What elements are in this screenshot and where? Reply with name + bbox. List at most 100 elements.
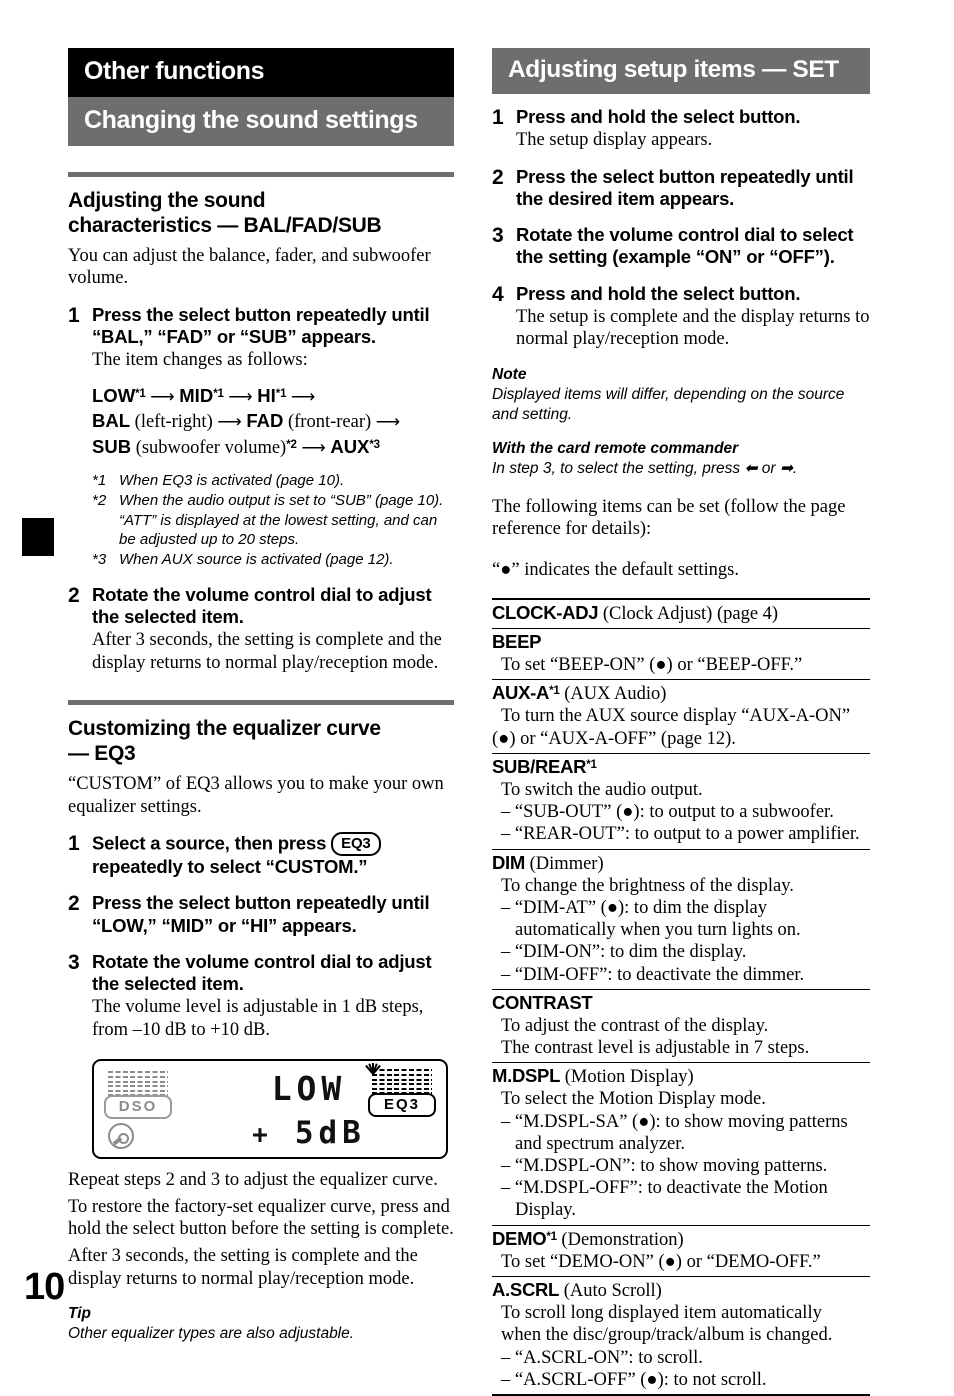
section-tab-marker (22, 518, 54, 556)
after-figure-line-1: Repeat steps 2 and 3 to adjust the equal… (68, 1170, 438, 1191)
step-desc: The setup is complete and the display re… (516, 306, 870, 350)
flow-line-3: SUB (subwoofer volume)*2 ⟶ AUX*3 (92, 435, 454, 461)
flow-aux: AUX (330, 436, 370, 458)
setting-name: DEMO (492, 1227, 547, 1249)
setting-line: (●) or “AUX-A-OFF” (page 12). (492, 728, 736, 749)
setting-line: To turn the AUX source display “AUX-A-ON… (501, 706, 851, 727)
footnote-extra: “ATT” is displayed at the lowest setting… (119, 511, 438, 549)
setting-name: DIM (492, 851, 526, 873)
item-flow-diagram: LOW*1 ⟶ MID*1 ⟶ HI*1 ⟶ BAL (left-right) … (92, 384, 454, 461)
flow-bal: BAL (92, 410, 131, 432)
step-title: Press and hold the select button. (516, 106, 801, 127)
settings-intro-line-1: The following items can be set (follow t… (492, 496, 846, 540)
heading-line-1: Customizing the equalizer curve (68, 717, 381, 741)
flow-fad: FAD (246, 410, 284, 432)
flow-low: LOW (92, 384, 136, 406)
step-1-eq3: 1 Select a source, then press EQ3 repeat… (68, 832, 454, 878)
step-desc: The item changes as follows: (92, 350, 308, 371)
setting-line: To set “DEMO-ON” (●) or “DEMO-OFF.” (501, 1251, 821, 1272)
step-number: 3 (68, 950, 80, 974)
remote-body-after: . (792, 460, 798, 478)
setting-line: The contrast level is adjustable in 7 st… (501, 1038, 810, 1059)
setting-name: SUB/REAR (492, 755, 587, 777)
flow-mid-sup: *1 (213, 387, 224, 400)
settings-table: CLOCK-ADJ (Clock Adjust) (page 4) BEEP T… (492, 597, 870, 1396)
heading-bal-fad-sub: Adjusting the sound characteristics — BA… (68, 189, 454, 239)
flow-aux-sup: *3 (369, 439, 380, 452)
setup-step-1: 1 Press and hold the select button. The … (492, 106, 870, 152)
setup-step-2: 2 Press the select button repeatedly unt… (492, 166, 870, 210)
arrow-icon: ⟶ (301, 438, 326, 458)
setting-name-sup: *1 (586, 759, 597, 771)
step-number: 2 (68, 892, 80, 916)
setting-name: CLOCK-ADJ (492, 601, 599, 623)
heading-line-1: Adjusting the sound (68, 189, 266, 212)
setting-row-beep: BEEP To set “BEEP-ON” (●) or “BEEP-OFF.” (492, 629, 870, 681)
setting-row-m-dspl: M.DSPL (Motion Display) To select the Mo… (492, 1063, 870, 1226)
setting-row-dim: DIM (Dimmer) To change the brightness of… (492, 850, 870, 990)
footnote-text: When the audio output is set to “SUB” (p… (119, 491, 454, 550)
setting-line: To select the Motion Display mode. (501, 1089, 766, 1110)
arrow-icon: ⟶ (150, 386, 175, 406)
step-desc: The volume level is adjustable in 1 dB s… (92, 997, 424, 1040)
setting-row-clock-adj: CLOCK-ADJ (Clock Adjust) (page 4) (492, 600, 870, 629)
setting-line: – “A.SCRL-OFF” (●): to not scroll. (501, 1369, 767, 1390)
arrow-icon: ⟶ (375, 412, 401, 432)
intro-eq3: “CUSTOM” of EQ3 allows you to make your … (68, 773, 444, 817)
setup-step-3: 3 Rotate the volume control dial to sele… (492, 224, 870, 268)
footnote-mark: *3 (92, 551, 107, 569)
setting-line: – “SUB-OUT” (●): to output to a subwoofe… (501, 802, 834, 823)
note-heading: Note (492, 365, 527, 383)
setup-step-4: 4 Press and hold the select button. The … (492, 283, 870, 351)
section-divider (68, 700, 454, 706)
chapter-banner: Other functions (68, 48, 454, 97)
manual-page: 10 Other functions Changing the sound se… (0, 0, 954, 1396)
heading-line-2: — EQ3 (68, 742, 136, 766)
remote-body-before: In step 3, to select the setting, press (492, 460, 741, 478)
step-title: Press the select button repeatedly until… (92, 892, 430, 936)
step-desc: The setup display appears. (516, 130, 713, 151)
setting-line: – “DIM-AT” (●): to dim the display (501, 897, 768, 918)
flow-hi: HI (257, 384, 276, 406)
flow-sub-paren: (subwoofer volume) (135, 438, 287, 459)
setting-row-demo: DEMO*1 (Demonstration) To set “DEMO-ON” … (492, 1226, 870, 1277)
flow-mid: MID (179, 384, 214, 406)
setting-row-aux-a: AUX-A*1 (AUX Audio) To turn the AUX sour… (492, 680, 870, 754)
setting-line: – “M.DSPL-SA” (●): to show moving patter… (501, 1111, 848, 1132)
lcd-level-value: 5dB (294, 1115, 366, 1152)
setting-row-contrast: CONTRAST To adjust the contrast of the d… (492, 990, 870, 1064)
section-banner: Changing the sound settings (68, 97, 454, 146)
footnote-text: When EQ3 is activated (page 10). (119, 471, 345, 489)
arrow-icon: ⟶ (217, 412, 242, 432)
setting-line: when the disc/group/track/album is chang… (501, 1325, 833, 1346)
setting-line: – “M.DSPL-ON”: to show moving patterns. (501, 1156, 828, 1177)
step-number: 1 (492, 106, 504, 129)
setting-name-rest: (Clock Adjust) (page 4) (598, 603, 779, 624)
arrow-icon: ⟶ (290, 386, 316, 406)
setting-name: BEEP (492, 630, 542, 652)
setting-name-rest: (Auto Scroll) (559, 1280, 662, 1301)
flow-line-2: BAL (left-right) ⟶ FAD (front-rear) ⟶ (92, 409, 454, 435)
footnote-item: *2 When the audio output is set to “SUB”… (92, 491, 454, 550)
setting-line: To scroll long displayed item automatica… (501, 1303, 822, 1324)
step-title: Rotate the volume control dial to select… (516, 224, 854, 268)
section-divider (68, 172, 454, 177)
setting-name: M.DSPL (492, 1065, 561, 1087)
note-body: Displayed items will differ, depending o… (492, 385, 845, 424)
remote-heading: With the card remote commander (492, 440, 739, 458)
lcd-plus-sign: + (252, 1120, 273, 1151)
dso-indicator: DSO (104, 1095, 172, 1120)
setting-line: – “DIM-OFF”: to deactivate the dimmer. (501, 964, 805, 985)
step-number: 2 (68, 583, 80, 607)
heading-eq3: Customizing the equalizer curve — EQ3 (68, 717, 454, 767)
step-title-before: Select a source, then press (92, 832, 327, 854)
flow-sub: SUB (92, 436, 132, 458)
step-title: Select a source, then press EQ3 repeated… (92, 832, 454, 878)
setting-row-sub-rear: SUB/REAR*1 To switch the audio output. –… (492, 754, 870, 850)
step-2-bal: 2 Rotate the volume control dial to adju… (68, 584, 454, 675)
setting-name: CONTRAST (492, 991, 593, 1013)
setup-section-banner: Adjusting setup items — SET (492, 48, 870, 94)
arrow-icon: ⟶ (228, 386, 253, 406)
setting-line: automatically when you turn lights on. (515, 920, 801, 941)
step-title: Rotate the volume control dial to adjust… (92, 950, 432, 995)
